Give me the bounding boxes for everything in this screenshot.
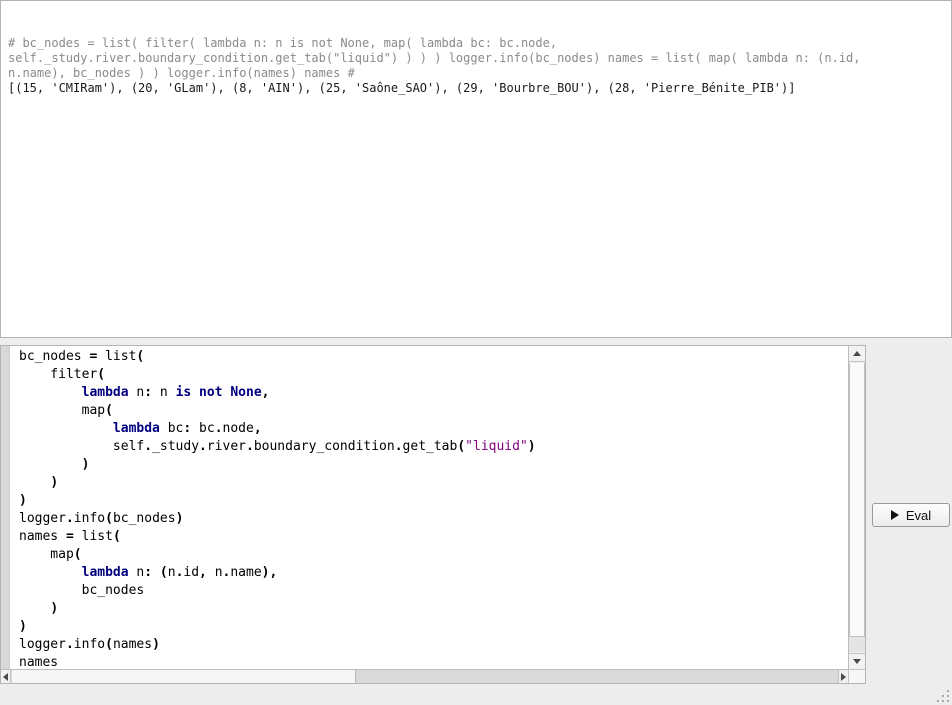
code-line[interactable]: lambda bc: bc.node,: [19, 420, 848, 438]
code-line[interactable]: logger.info(names): [19, 636, 848, 654]
code-line[interactable]: ): [19, 474, 848, 492]
code-lines[interactable]: bc_nodes = list( filter( lambda n: n is …: [11, 346, 848, 669]
arrow-right-icon: [841, 673, 846, 681]
code-editor[interactable]: bc_nodes = list( filter( lambda n: n is …: [0, 345, 866, 684]
editor-margin: [1, 346, 10, 669]
code-line[interactable]: names = list(: [19, 528, 848, 546]
scroll-up-button[interactable]: [849, 346, 865, 362]
code-line[interactable]: bc_nodes = list(: [19, 348, 848, 366]
scroll-right-button[interactable]: [838, 670, 848, 683]
arrow-down-icon: [853, 659, 861, 664]
code-line[interactable]: lambda n: (n.id, n.name),: [19, 564, 848, 582]
code-line[interactable]: map(: [19, 546, 848, 564]
code-line[interactable]: ): [19, 456, 848, 474]
log-lines: # bc_nodes = list( filter( lambda n: n i…: [8, 36, 944, 96]
vertical-scrollbar[interactable]: [848, 346, 865, 669]
log-line: # bc_nodes = list( filter( lambda n: n i…: [8, 36, 944, 51]
log-line: self._study.river.boundary_condition.get…: [8, 51, 944, 66]
code-line[interactable]: lambda n: n is not None,: [19, 384, 848, 402]
eval-button-label: Eval: [906, 508, 931, 523]
play-icon: [891, 510, 899, 520]
scrollbar-corner: [848, 669, 865, 683]
vertical-scrollbar-thumb[interactable]: [849, 363, 865, 637]
log-line: [(15, 'CMIRam'), (20, 'GLam'), (8, 'AIN'…: [8, 81, 944, 96]
code-line[interactable]: bc_nodes: [19, 582, 848, 600]
code-line[interactable]: ): [19, 492, 848, 510]
code-line[interactable]: filter(: [19, 366, 848, 384]
resize-grip-icon[interactable]: [935, 688, 949, 702]
log-line: n.name), bc_nodes ) ) logger.info(names)…: [8, 66, 944, 81]
code-line[interactable]: ): [19, 600, 848, 618]
code-line[interactable]: map(: [19, 402, 848, 420]
vertical-scrollbar-track[interactable]: [849, 363, 865, 652]
code-line[interactable]: names: [19, 654, 848, 669]
eval-button[interactable]: Eval: [872, 503, 950, 527]
code-line[interactable]: ): [19, 618, 848, 636]
python-console-window: # bc_nodes = list( filter( lambda n: n i…: [0, 0, 952, 705]
code-line[interactable]: self._study.river.boundary_condition.get…: [19, 438, 848, 456]
console-history: # bc_nodes = list( filter( lambda n: n i…: [0, 0, 952, 338]
horizontal-scrollbar[interactable]: [1, 669, 848, 683]
arrow-up-icon: [853, 351, 861, 356]
scroll-down-button[interactable]: [849, 653, 865, 669]
scroll-left-button[interactable]: [1, 670, 11, 683]
code-line[interactable]: logger.info(bc_nodes): [19, 510, 848, 528]
horizontal-scrollbar-thumb[interactable]: [12, 670, 356, 683]
arrow-left-icon: [3, 673, 8, 681]
